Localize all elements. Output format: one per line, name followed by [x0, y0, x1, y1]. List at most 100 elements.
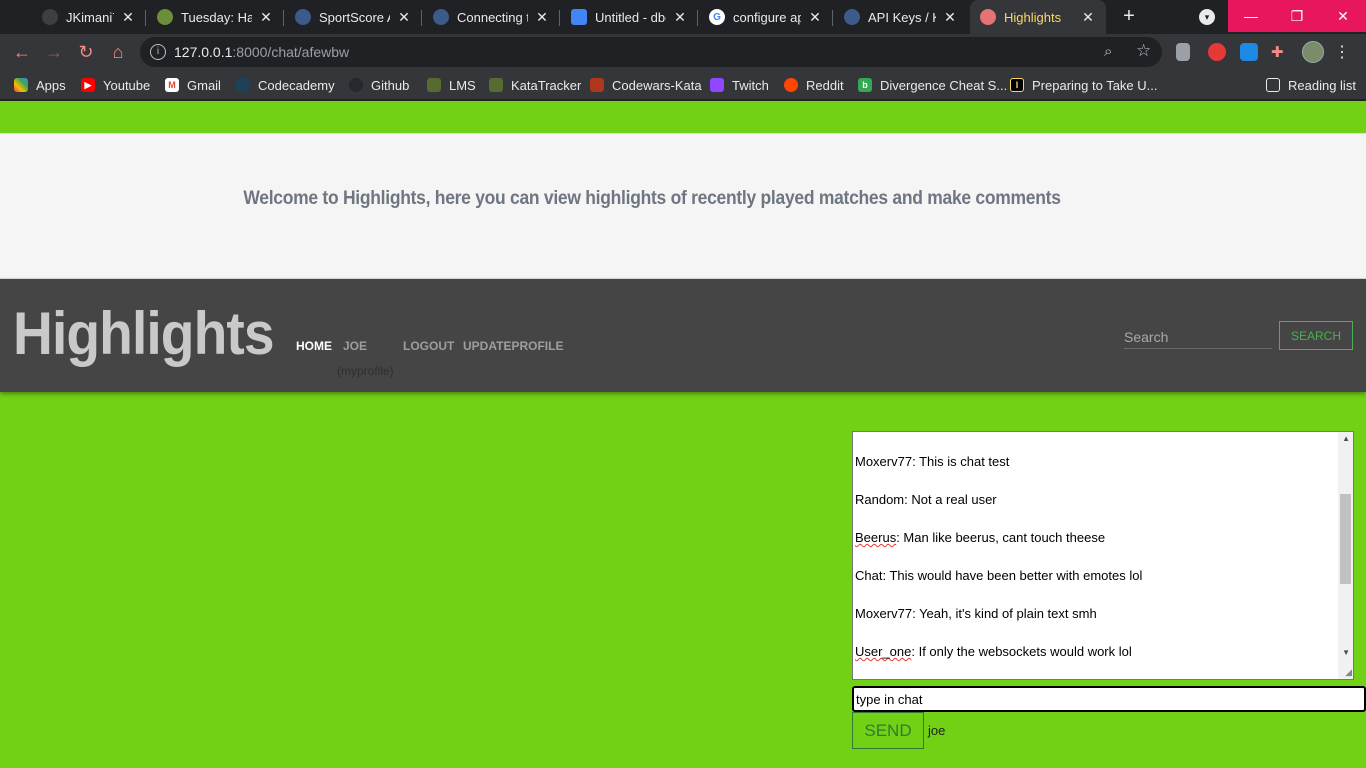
close-tab-icon[interactable]: ✕ — [534, 9, 550, 26]
scroll-up-arrow-icon[interactable]: ▲ — [1342, 434, 1350, 443]
tab-highlights[interactable]: Highlights ✕ — [970, 0, 1106, 34]
profile-avatar[interactable] — [1302, 41, 1324, 63]
nav-logout-link[interactable]: LOGOUT — [403, 339, 454, 353]
tab-sportscore[interactable]: SportScore Al ✕ — [285, 0, 422, 34]
puzzle-extensions-icon[interactable]: ✚ — [1271, 43, 1289, 61]
resize-grip-icon[interactable]: ◢ — [1345, 667, 1352, 678]
bookmark-gmail[interactable]: M Gmail — [165, 76, 221, 94]
url-path: :8000/chat/afewbw — [232, 44, 350, 60]
chat-log[interactable]: Moxerv77: This is chat test Random: Not … — [852, 431, 1354, 680]
tab-strip: JKimani77/sta ✕ Tuesday: Hand ✕ SportSco… — [0, 0, 1366, 34]
tab-search-icon[interactable]: ▾ — [1199, 9, 1215, 25]
tab-separator — [559, 10, 560, 26]
bookmark-apps[interactable]: Apps — [14, 76, 66, 94]
close-tab-icon[interactable]: ✕ — [120, 9, 136, 26]
bookmark-label: Reddit — [806, 77, 844, 93]
bookmark-twitch[interactable]: Twitch — [710, 76, 769, 94]
zoom-icon[interactable]: ⌕ — [1104, 43, 1112, 60]
search-button[interactable]: SEARCH — [1279, 321, 1353, 350]
menu-kebab-icon[interactable]: ⋮ — [1334, 42, 1350, 62]
back-arrow-icon[interactable]: ← — [11, 41, 33, 63]
github-icon — [42, 9, 58, 25]
bookmark-katatracker[interactable]: KataTracker — [489, 76, 581, 94]
tab-tuesday[interactable]: Tuesday: Hand ✕ — [147, 0, 284, 34]
maximize-button[interactable]: ❐ — [1274, 0, 1320, 32]
office-extension-icon[interactable] — [1176, 43, 1190, 61]
tab-title: Connecting to — [457, 9, 528, 25]
bookmark-codecademy[interactable]: Codecademy — [236, 76, 335, 94]
tab-separator — [283, 10, 284, 26]
scrollbar-thumb[interactable] — [1340, 494, 1351, 584]
home-icon[interactable]: ⌂ — [107, 41, 129, 63]
close-tab-icon[interactable]: ✕ — [942, 9, 958, 26]
bookmark-label: Youtube — [103, 77, 151, 93]
chat-message: Random: Not a real user — [855, 492, 997, 507]
bookmark-github[interactable]: Github — [349, 76, 409, 94]
bookmark-lms[interactable]: LMS — [427, 76, 476, 94]
welcome-text: Welcome to Highlights, here you can view… — [243, 188, 1061, 209]
bookmark-label: Codewars-Kata — [612, 77, 702, 93]
close-tab-icon[interactable]: ✕ — [396, 9, 412, 26]
tab-untitled-dbdiagram[interactable]: Untitled - dbc ✕ — [561, 0, 698, 34]
bookmark-divergence[interactable]: b Divergence Cheat S... — [858, 76, 1007, 94]
tab-configure-api[interactable]: G configure api ✕ — [699, 0, 833, 34]
bookmarks-bar: Apps ▶ Youtube M Gmail Codecademy Github… — [0, 70, 1366, 100]
close-tab-icon[interactable]: ✕ — [672, 9, 688, 26]
bookmark-label: Preparing to Take U... — [1032, 77, 1158, 93]
close-tab-icon[interactable]: ✕ — [258, 9, 274, 26]
bookmark-label: Reading list — [1288, 77, 1356, 93]
nav-updateprofile-link[interactable]: UPDATEPROFILE — [463, 339, 563, 353]
tab-jkimani77[interactable]: JKimani77/sta ✕ — [32, 0, 146, 34]
extension-blue-icon[interactable] — [1240, 43, 1258, 61]
bookmark-preparing[interactable]: I Preparing to Take U... — [1010, 76, 1158, 94]
url-host: 127.0.0.1 — [174, 44, 233, 60]
nav-myprofile-link[interactable]: (myprofile) — [337, 364, 394, 378]
browser-toolbar: ← → ↻ ⌂ i 127.0.0.1:8000/chat/afewbw ⌕ ☆… — [0, 34, 1366, 70]
close-window-button[interactable]: ✕ — [1320, 0, 1366, 32]
send-button[interactable]: SEND — [852, 712, 924, 749]
minimize-button[interactable]: — — [1228, 0, 1274, 32]
chat-message: Beerus: Man like beerus, cant touch thee… — [855, 530, 1105, 545]
octopus-icon — [295, 9, 311, 25]
search-input[interactable] — [1124, 325, 1272, 349]
tab-api-keys[interactable]: API Keys / Key ✕ — [834, 0, 968, 34]
tab-title: Highlights — [1004, 9, 1062, 25]
bookmark-label: KataTracker — [511, 77, 582, 93]
close-tab-icon[interactable]: ✕ — [1080, 9, 1096, 26]
url-text[interactable]: 127.0.0.1:8000/chat/afewbw — [174, 44, 349, 60]
reload-icon[interactable]: ↻ — [75, 41, 97, 63]
close-tab-icon[interactable]: ✕ — [807, 9, 823, 26]
palm-tree-icon — [157, 9, 173, 25]
bookmark-label: Github — [371, 77, 410, 93]
tab-title: API Keys / Key — [868, 9, 936, 25]
chat-message: Moxerv77: This is chat test — [855, 454, 1009, 469]
chat-scrollbar[interactable]: ▲ ▼ — [1338, 432, 1353, 679]
address-bar[interactable]: i 127.0.0.1:8000/chat/afewbw ⌕ ☆ — [140, 37, 1162, 67]
scroll-down-arrow-icon[interactable]: ▼ — [1342, 648, 1350, 657]
tab-separator — [697, 10, 698, 26]
bookmark-star-icon[interactable]: ☆ — [1136, 41, 1151, 61]
adblock-extension-icon[interactable] — [1208, 43, 1226, 61]
new-tab-button[interactable]: + — [1118, 5, 1140, 27]
brand-logo[interactable]: Highlights — [13, 299, 275, 368]
nav-user-link[interactable]: JOE — [343, 339, 367, 353]
reading-list-icon — [1266, 78, 1280, 92]
chat-input[interactable] — [852, 686, 1366, 712]
forward-arrow-icon[interactable]: → — [43, 41, 65, 63]
bookmark-youtube[interactable]: ▶ Youtube — [81, 76, 150, 94]
codewars-icon — [590, 78, 604, 92]
bookmark-label: Apps — [36, 77, 66, 93]
bookmark-label: Twitch — [732, 77, 769, 93]
reading-list-button[interactable]: Reading list — [1266, 76, 1356, 94]
bookmark-reddit[interactable]: Reddit — [784, 76, 844, 94]
welcome-banner: Welcome to Highlights, here you can view… — [0, 133, 1366, 279]
tab-title: SportScore Al — [319, 9, 390, 25]
nav-home-link[interactable]: HOME — [296, 339, 332, 353]
bookmark-codewars[interactable]: Codewars-Kata — [590, 76, 702, 94]
chat-user: Beerus — [855, 530, 897, 545]
tab-connecting[interactable]: Connecting to ✕ — [423, 0, 560, 34]
site-info-icon[interactable]: i — [150, 44, 166, 60]
chat-text: : Not a real user — [904, 492, 997, 507]
bookmark-label: Codecademy — [258, 77, 335, 93]
apps-grid-icon — [14, 78, 28, 92]
